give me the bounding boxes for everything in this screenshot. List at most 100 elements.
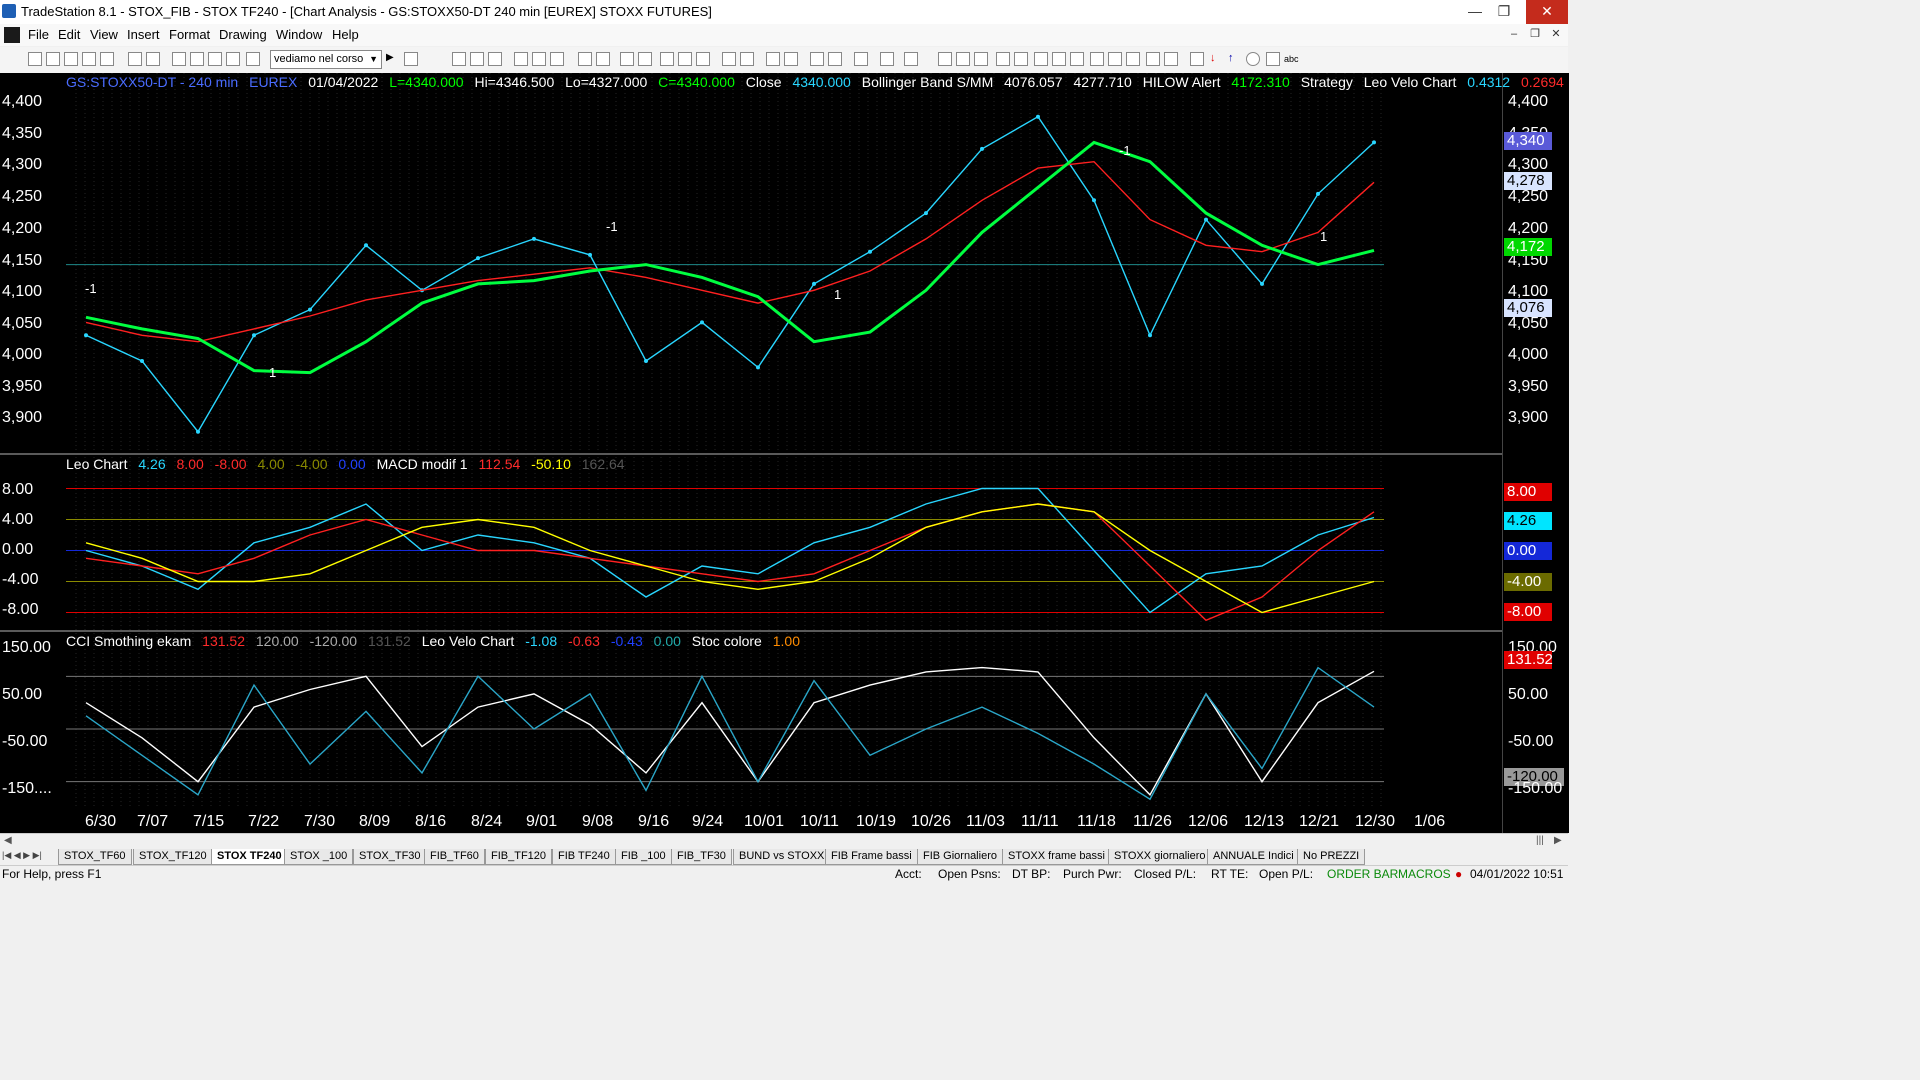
tab-fib-tf60[interactable]: FIB_TF60: [424, 849, 485, 865]
menu-view[interactable]: View: [90, 24, 118, 46]
curve-icon[interactable]: [1190, 52, 1204, 66]
status-macros[interactable]: MACROS: [1398, 866, 1451, 883]
menu-help[interactable]: Help: [332, 24, 359, 46]
workspace-dropdown[interactable]: vediamo nel corso ▼: [270, 50, 382, 69]
link-icon[interactable]: [226, 52, 240, 66]
chart-window-icon[interactable]: [4, 27, 20, 43]
status-order-bar[interactable]: ORDER BAR: [1327, 866, 1398, 883]
open-workspace-icon[interactable]: [64, 52, 78, 66]
portfolio-icon[interactable]: [596, 52, 610, 66]
tab-nav-icon[interactable]: |◀ ◀ ▶ ▶|: [2, 850, 42, 861]
new-icon[interactable]: [28, 52, 42, 66]
pane-divider-1[interactable]: [0, 453, 1502, 455]
rectangle-icon[interactable]: [1266, 52, 1280, 66]
tab-fib-tf30[interactable]: FIB_TF30: [671, 849, 732, 865]
strategy-icon[interactable]: [880, 52, 894, 66]
arrow-range-icon[interactable]: [1108, 52, 1122, 66]
text-icon[interactable]: abc: [1284, 52, 1299, 66]
scanner2-icon[interactable]: [638, 52, 652, 66]
tab-stox-tf60[interactable]: STOX_TF60: [58, 849, 132, 865]
line-chart-icon[interactable]: [696, 52, 710, 66]
play-icon[interactable]: ▶: [386, 52, 400, 66]
delete-icon[interactable]: [904, 52, 918, 66]
mdi-restore-icon[interactable]: ❐: [1527, 26, 1543, 42]
tab-fib-100[interactable]: FIB _100: [615, 849, 672, 865]
chart-area[interactable]: GS:STOXX50-DT - 240 min EUREX 01/04/2022…: [0, 73, 1569, 833]
chart-icon[interactable]: [452, 52, 466, 66]
crosshair-icon[interactable]: [722, 52, 736, 66]
horizontal-scrollbar[interactable]: ◀ ||| ▶: [0, 833, 1568, 849]
zoom-in-icon[interactable]: [766, 52, 780, 66]
indicator-icon[interactable]: [828, 52, 842, 66]
regression-icon[interactable]: [1070, 52, 1084, 66]
speed-line-icon[interactable]: [1052, 52, 1066, 66]
tools-icon[interactable]: [854, 52, 868, 66]
vertical-line-icon[interactable]: [974, 52, 988, 66]
scroll-icon[interactable]: [740, 52, 754, 66]
tab-fib-frame-bassi[interactable]: FIB Frame bassi: [825, 849, 918, 865]
cycle-icon[interactable]: [1126, 52, 1140, 66]
pane-divider-2[interactable]: [0, 630, 1502, 632]
menu-format[interactable]: Format: [169, 24, 210, 46]
grid-icon[interactable]: [470, 52, 484, 66]
tab-annuale-indici[interactable]: ANNUALE Indici: [1207, 849, 1300, 865]
tab-bund-vs-stoxx[interactable]: BUND vs STOXX: [733, 849, 831, 865]
fibonacci-icon[interactable]: [1014, 52, 1028, 66]
news-icon[interactable]: [578, 52, 592, 66]
find-icon[interactable]: [404, 52, 418, 66]
save-workspace-icon[interactable]: [100, 52, 114, 66]
tab-stox-100[interactable]: STOX _100: [284, 849, 354, 865]
pointer-icon[interactable]: [810, 52, 824, 66]
print-preview-icon[interactable]: [146, 52, 160, 66]
close-button[interactable]: ✕: [1526, 0, 1568, 24]
menu-file[interactable]: File: [28, 24, 49, 46]
arrow-up-icon[interactable]: ↑: [1228, 52, 1242, 66]
window-icon[interactable]: [172, 52, 186, 66]
menu-window[interactable]: Window: [276, 24, 322, 46]
andrews-icon[interactable]: [1090, 52, 1104, 66]
radar-icon[interactable]: [488, 52, 502, 66]
trendline-icon[interactable]: [938, 52, 952, 66]
menu-drawing[interactable]: Drawing: [219, 24, 267, 46]
scanner-icon[interactable]: [550, 52, 564, 66]
tab-stoxx-giornaliero[interactable]: STOXX giornaliero: [1108, 849, 1212, 865]
restore-button[interactable]: ❐: [1483, 0, 1525, 24]
save-icon[interactable]: [82, 52, 96, 66]
arc-icon[interactable]: [1146, 52, 1160, 66]
mdi-minimize-icon[interactable]: –: [1506, 26, 1522, 42]
tab-stox-tf30[interactable]: STOX_TF30: [353, 849, 427, 865]
matrix-icon[interactable]: [620, 52, 634, 66]
channel-icon[interactable]: [996, 52, 1010, 66]
scroll-thumb-icon[interactable]: |||: [1536, 835, 1544, 846]
tab-fib-giornaliero[interactable]: FIB Giornaliero: [917, 849, 1003, 865]
tab-fib-tf120[interactable]: FIB_TF120: [485, 849, 553, 865]
tab-stoxx-frame-bassi[interactable]: STOXX frame bassi: [1002, 849, 1111, 865]
options-icon[interactable]: [532, 52, 546, 66]
trend-icon[interactable]: [514, 52, 528, 66]
tab-stox-tf120[interactable]: STOX_TF120: [133, 849, 213, 865]
gann-icon[interactable]: [1034, 52, 1048, 66]
menu-insert[interactable]: Insert: [127, 24, 160, 46]
print-icon[interactable]: [128, 52, 142, 66]
zoom-out-icon[interactable]: [784, 52, 798, 66]
open-icon[interactable]: [46, 52, 60, 66]
bars-icon[interactable]: [660, 52, 674, 66]
globe-icon[interactable]: [246, 52, 260, 66]
status-acct: Acct:: [895, 867, 922, 881]
lock-icon[interactable]: [208, 52, 222, 66]
scroll-left-icon[interactable]: ◀: [4, 835, 12, 846]
candle-icon[interactable]: [678, 52, 692, 66]
tab-fib-tf240[interactable]: FIB TF240: [552, 849, 616, 865]
price-point: [812, 281, 816, 286]
price-point: [1260, 281, 1264, 286]
mdi-close-icon[interactable]: ✕: [1548, 26, 1564, 42]
tab-stox-tf240[interactable]: STOX TF240: [211, 849, 288, 865]
menu-edit[interactable]: Edit: [58, 24, 80, 46]
ellipse-icon[interactable]: [1246, 52, 1260, 66]
scroll-right-icon[interactable]: ▶: [1554, 835, 1562, 846]
pencil-icon[interactable]: [1164, 52, 1178, 66]
format-icon[interactable]: [190, 52, 204, 66]
arrow-down-icon[interactable]: ↓: [1210, 52, 1224, 66]
horizontal-line-icon[interactable]: [956, 52, 970, 66]
tab-no-prezzi[interactable]: No PREZZI: [1297, 849, 1366, 865]
